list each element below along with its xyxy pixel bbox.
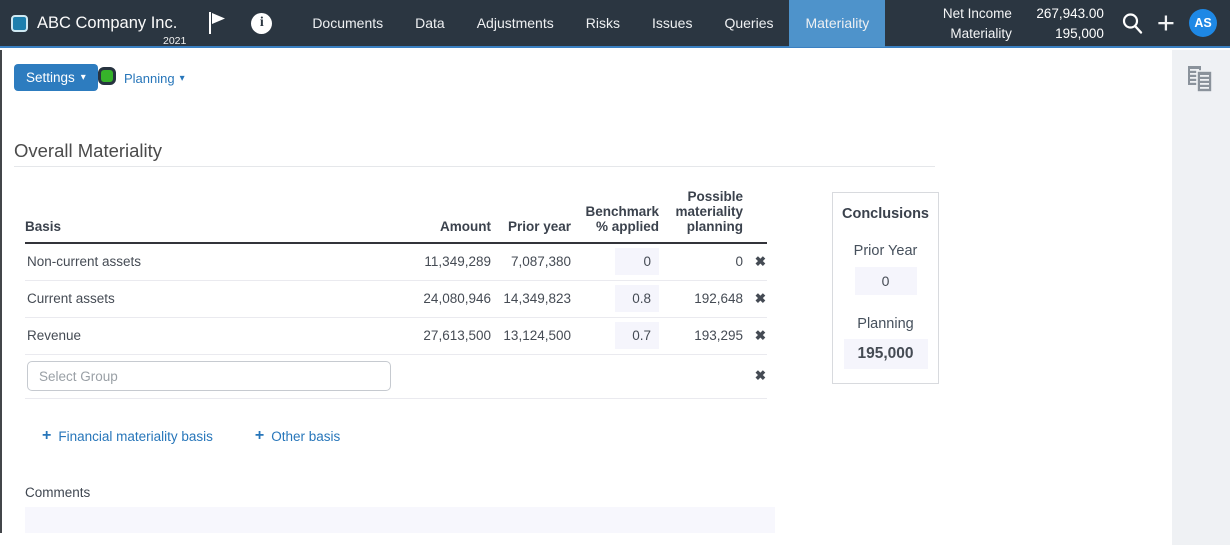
nav-item-adjustments[interactable]: Adjustments (461, 0, 570, 47)
possible-materiality-cell: 192,648 (659, 280, 743, 317)
basis-cell: Non-current assets (25, 243, 385, 280)
nav-item-queries[interactable]: Queries (708, 0, 789, 47)
col-header-benchmark: Benchmark % applied (571, 189, 659, 243)
info-icon[interactable]: i (251, 13, 272, 34)
page-title: Overall Materiality (14, 140, 162, 162)
possible-materiality-cell: 193,295 (659, 317, 743, 354)
remove-row-icon[interactable]: ✖ (743, 243, 767, 280)
col-header-actions (743, 189, 767, 243)
right-sidebar (1172, 50, 1230, 545)
col-header-basis: Basis (25, 189, 385, 243)
main-nav: Documents Data Adjustments Risks Issues … (296, 0, 885, 47)
user-avatar[interactable]: AS (1189, 9, 1217, 37)
prior-year-cell: 14,349,823 (491, 280, 571, 317)
prior-year-cell: 13,124,500 (491, 317, 571, 354)
select-group-row: ✖ (25, 354, 767, 398)
company-name: ABC Company Inc. (37, 14, 177, 33)
benchmark-input[interactable]: 0 (615, 248, 659, 275)
prior-year-cell: 7,087,380 (491, 243, 571, 280)
window-left-edge (0, 50, 2, 533)
conclusions-panel: Conclusions Prior Year 0 Planning 195,00… (832, 192, 939, 384)
benchmark-input[interactable]: 0.7 (615, 322, 659, 349)
amount-cell: 24,080,946 (385, 280, 491, 317)
header-right-cluster: Net Income 267,943.00 Materiality 195,00… (943, 6, 1230, 41)
select-group-input[interactable] (27, 361, 391, 391)
nav-item-materiality-active[interactable]: Materiality (789, 0, 885, 47)
materiality-table: Basis Amount Prior year Benchmark % appl… (25, 189, 767, 399)
flag-icon[interactable] (207, 10, 227, 36)
chevron-down-icon: ▾ (180, 74, 185, 84)
planning-value: 195,000 (844, 339, 928, 369)
nav-item-data[interactable]: Data (399, 0, 461, 47)
table-row: Non-current assets 11,349,289 7,087,380 … (25, 243, 767, 280)
plus-icon: + (42, 428, 51, 444)
benchmark-input[interactable]: 0.8 (615, 285, 659, 312)
conclusions-title: Conclusions (833, 206, 938, 222)
documents-panel-icon[interactable] (1186, 65, 1216, 545)
comments-input[interactable] (25, 507, 775, 533)
top-header-bar: ABC Company Inc. 2021 i Documents Data A… (0, 0, 1230, 48)
table-header-row: Basis Amount Prior year Benchmark % appl… (25, 189, 767, 243)
title-divider (14, 166, 935, 167)
col-header-amount: Amount (385, 189, 491, 243)
col-header-prior: Prior year (491, 189, 571, 243)
add-financial-basis-link[interactable]: + Financial materiality basis (42, 428, 213, 444)
phase-dropdown[interactable]: Planning ▾ (124, 71, 185, 86)
add-basis-links: + Financial materiality basis + Other ba… (42, 428, 340, 444)
amount-cell: 11,349,289 (385, 243, 491, 280)
prior-year-value: 0 (855, 267, 917, 295)
basis-cell: Current assets (25, 280, 385, 317)
header-metrics: Net Income 267,943.00 Materiality 195,00… (943, 6, 1104, 41)
table-row: Revenue 27,613,500 13,124,500 0.7 193,29… (25, 317, 767, 354)
basis-cell: Revenue (25, 317, 385, 354)
plus-icon: + (255, 428, 264, 444)
comments-label: Comments (25, 485, 90, 500)
materiality-label: Materiality (943, 26, 1012, 41)
nav-item-issues[interactable]: Issues (636, 0, 708, 47)
possible-materiality-cell: 0 (659, 243, 743, 280)
table-row: Current assets 24,080,946 14,349,823 0.8… (25, 280, 767, 317)
net-income-label: Net Income (943, 6, 1012, 21)
phase-status-icon[interactable] (98, 67, 116, 85)
materiality-value: 195,000 (1020, 26, 1104, 41)
engagement-year: 2021 (163, 35, 186, 47)
add-icon[interactable]: + (1157, 10, 1175, 36)
prior-year-label: Prior Year (833, 243, 938, 259)
nav-item-documents[interactable]: Documents (296, 0, 399, 47)
nav-item-risks[interactable]: Risks (570, 0, 636, 47)
amount-cell: 27,613,500 (385, 317, 491, 354)
planning-label: Planning (833, 316, 938, 332)
add-other-basis-link[interactable]: + Other basis (255, 428, 340, 444)
remove-row-icon[interactable]: ✖ (743, 354, 767, 398)
settings-button[interactable]: Settings ▾ (14, 64, 98, 91)
company-logo-icon (11, 15, 28, 32)
remove-row-icon[interactable]: ✖ (743, 280, 767, 317)
chevron-down-icon: ▾ (81, 73, 86, 83)
net-income-value: 267,943.00 (1020, 6, 1104, 21)
search-icon[interactable] (1120, 11, 1144, 35)
remove-row-icon[interactable]: ✖ (743, 317, 767, 354)
col-header-possible: Possible materiality planning (659, 189, 743, 243)
